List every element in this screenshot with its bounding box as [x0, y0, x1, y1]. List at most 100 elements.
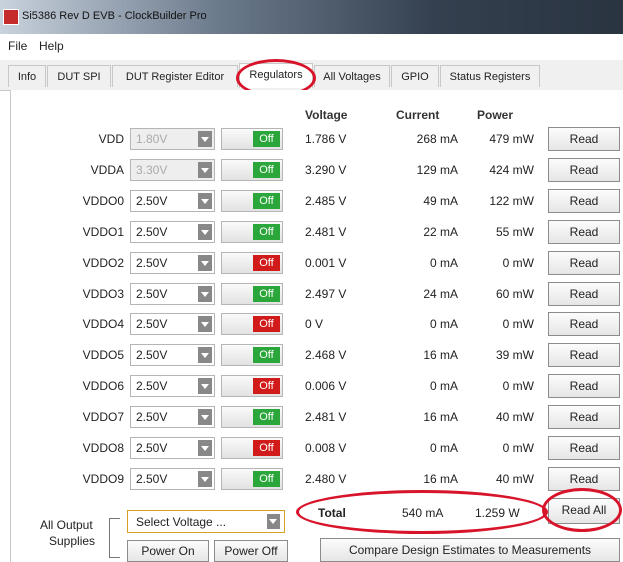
menu-help[interactable]: Help: [39, 39, 64, 53]
toggle-state: Off: [253, 440, 280, 456]
regulator-name: VDDO6: [82, 379, 124, 393]
voltage-value: 0.008 V: [305, 441, 347, 455]
voltage-setting: 2.50V: [136, 317, 168, 331]
voltage-value: 2.481 V: [305, 410, 347, 424]
power-value: 424 mW: [489, 163, 534, 177]
read-button[interactable]: Read: [548, 312, 620, 336]
voltage-value: 2.480 V: [305, 472, 347, 486]
read-button[interactable]: Read: [548, 282, 620, 306]
toggle-state: Off: [253, 286, 280, 302]
voltage-value: 2.481 V: [305, 225, 347, 239]
voltage-select[interactable]: Select Voltage ...: [127, 510, 285, 533]
regulator-name: VDD: [98, 132, 124, 146]
regulator-name: VDDO7: [82, 410, 124, 424]
toggle-state: Off: [253, 162, 280, 178]
regulator-name: VDDA: [90, 163, 124, 177]
regulator-name: VDDO4: [82, 317, 124, 331]
chevron-down-icon: [198, 316, 212, 332]
voltage-dropdown[interactable]: 2.50V: [130, 437, 215, 459]
tab-status-registers[interactable]: Status Registers: [440, 65, 540, 87]
voltage-dropdown[interactable]: 2.50V: [130, 375, 215, 397]
header-current: Current: [396, 108, 440, 122]
voltage-value: 2.485 V: [305, 194, 347, 208]
voltage-dropdown[interactable]: 2.50V: [130, 252, 215, 274]
menu-bar: File Help: [0, 34, 623, 60]
tab-info[interactable]: Info: [8, 65, 46, 87]
read-button[interactable]: Read: [548, 374, 620, 398]
power-toggle[interactable]: Off: [221, 252, 283, 274]
current-value: 0 mA: [429, 256, 458, 270]
regulator-name: VDDO9: [82, 472, 124, 486]
power-off-button[interactable]: Power Off: [214, 540, 288, 562]
voltage-setting: 2.50V: [136, 441, 168, 455]
read-button[interactable]: Read: [548, 436, 620, 460]
voltage-value: 3.290 V: [305, 163, 347, 177]
power-toggle[interactable]: Off: [221, 159, 283, 181]
power-toggle[interactable]: Off: [221, 221, 283, 243]
power-value: 0 mW: [502, 379, 534, 393]
toggle-state: Off: [253, 409, 280, 425]
read-button[interactable]: Read: [548, 189, 620, 213]
read-button[interactable]: Read: [548, 251, 620, 275]
voltage-dropdown[interactable]: 1.80V: [130, 128, 215, 150]
power-value: 0 mW: [502, 256, 534, 270]
tab-gpio[interactable]: GPIO: [391, 65, 439, 87]
power-toggle[interactable]: Off: [221, 468, 283, 490]
voltage-dropdown[interactable]: 2.50V: [130, 283, 215, 305]
total-power: 1.259 W: [475, 506, 520, 520]
read-button[interactable]: Read: [548, 405, 620, 429]
current-value: 22 mA: [423, 225, 458, 239]
read-button[interactable]: Read: [548, 127, 620, 151]
voltage-dropdown[interactable]: 2.50V: [130, 344, 215, 366]
tab-all-voltages[interactable]: All Voltages: [314, 65, 390, 87]
menu-file[interactable]: File: [8, 39, 27, 53]
read-button[interactable]: Read: [548, 158, 620, 182]
current-value: 129 mA: [416, 163, 458, 177]
voltage-value: 0.006 V: [305, 379, 347, 393]
voltage-setting: 2.50V: [136, 348, 168, 362]
power-toggle[interactable]: Off: [221, 375, 283, 397]
voltage-dropdown[interactable]: 2.50V: [130, 468, 215, 490]
chevron-down-icon: [198, 471, 212, 487]
current-value: 24 mA: [423, 287, 458, 301]
voltage-setting: 2.50V: [136, 225, 168, 239]
voltage-dropdown[interactable]: 3.30V: [130, 159, 215, 181]
voltage-dropdown[interactable]: 2.50V: [130, 406, 215, 428]
power-value: 55 mW: [495, 225, 534, 239]
voltage-dropdown[interactable]: 2.50V: [130, 221, 215, 243]
power-value: 0 mW: [502, 317, 534, 331]
tab-dut-register-editor[interactable]: DUT Register Editor: [112, 65, 238, 87]
bracket: [109, 518, 120, 558]
voltage-value: 2.497 V: [305, 287, 347, 301]
power-toggle[interactable]: Off: [221, 190, 283, 212]
read-button[interactable]: Read: [548, 467, 620, 491]
power-toggle[interactable]: Off: [221, 313, 283, 335]
voltage-dropdown[interactable]: 2.50V: [130, 190, 215, 212]
regulator-name: VDDO0: [82, 194, 124, 208]
chevron-down-icon: [198, 409, 212, 425]
chevron-down-icon: [198, 255, 212, 271]
tab-regulators[interactable]: Regulators: [239, 63, 313, 88]
current-value: 16 mA: [423, 348, 458, 362]
power-on-button[interactable]: Power On: [127, 540, 209, 562]
voltage-setting: 2.50V: [136, 256, 168, 270]
tab-dut-spi[interactable]: DUT SPI: [47, 65, 111, 87]
voltage-value: 0.001 V: [305, 256, 347, 270]
chevron-down-icon: [198, 224, 212, 240]
read-button[interactable]: Read: [548, 343, 620, 367]
compare-button[interactable]: Compare Design Estimates to Measurements: [320, 538, 620, 562]
power-toggle[interactable]: Off: [221, 344, 283, 366]
power-toggle[interactable]: Off: [221, 128, 283, 150]
voltage-setting: 2.50V: [136, 194, 168, 208]
current-value: 16 mA: [423, 472, 458, 486]
power-toggle[interactable]: Off: [221, 406, 283, 428]
read-all-button[interactable]: Read All: [548, 498, 620, 524]
window-title: Si5386 Rev D EVB - ClockBuilder Pro: [22, 10, 207, 22]
current-value: 268 mA: [416, 132, 458, 146]
toggle-state: Off: [253, 224, 280, 240]
voltage-value: 2.468 V: [305, 348, 347, 362]
power-toggle[interactable]: Off: [221, 437, 283, 459]
power-toggle[interactable]: Off: [221, 283, 283, 305]
read-button[interactable]: Read: [548, 220, 620, 244]
voltage-dropdown[interactable]: 2.50V: [130, 313, 215, 335]
